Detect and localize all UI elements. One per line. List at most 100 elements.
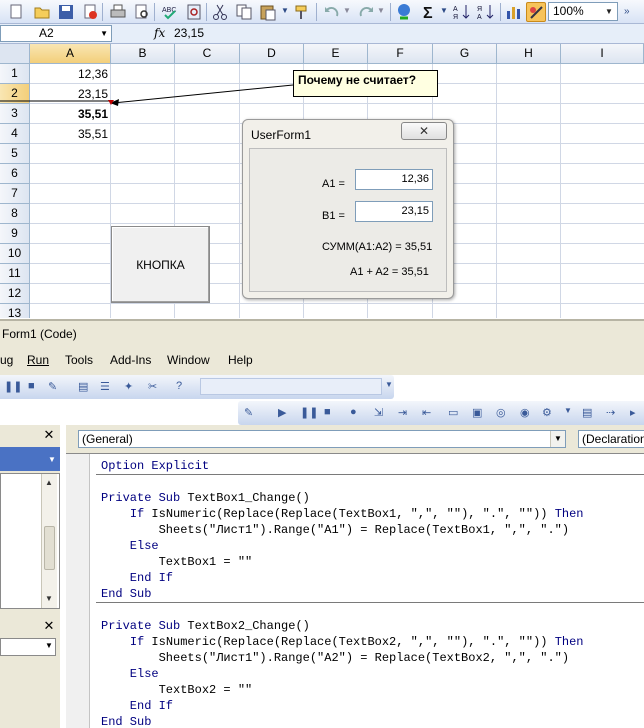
menu-run[interactable]: Run [27,353,49,367]
step-out-icon[interactable]: ⇤ [422,406,431,419]
step-over-icon[interactable]: ⇥ [398,406,407,419]
code-text: TextBox2_Change() [187,619,310,633]
help-icon[interactable]: ? [176,380,182,392]
call-stack-icon[interactable]: ⚙ [542,406,552,419]
label-sum: СУММ(A1:A2) = 35,51 [322,241,433,253]
run-icon[interactable]: ▶ [278,406,286,419]
code-line[interactable]: Private Sub TextBox2_Change() [101,618,310,634]
code-text: IsNumeric(Replace(Replace(TextBox2, ",",… [151,635,548,649]
code-window: (General) ▼ (Declaration Option Explicit… [66,425,644,728]
label-a1: A1 = [322,178,345,190]
menu-add-ins[interactable]: Add-Ins [110,353,151,367]
code-text: Sheets("Лист1").Range("A1") = Replace(Te… [101,523,570,537]
code-line[interactable]: If IsNumeric(Replace(Replace(TextBox2, "… [101,634,584,650]
code-line[interactable]: End If [101,570,173,586]
code-text: End If [101,571,174,585]
code-line[interactable]: End If [101,698,173,714]
code-line[interactable]: Else [101,538,159,554]
toolbar-field[interactable] [200,378,382,395]
project-pane-toolbar: ▼ [0,447,60,471]
code-text: IsNumeric(Replace(Replace(TextBox1, ",",… [151,507,548,521]
reset-icon[interactable]: ■ [28,380,35,392]
code-text: TextBox2 = "" [101,683,253,697]
step-into-icon[interactable]: ⇲ [374,406,383,419]
code-text: End Sub [101,587,152,601]
locals-icon[interactable]: ▭ [448,406,458,419]
procedure-combo[interactable]: (Declaration [578,430,644,448]
code-line[interactable]: Sheets("Лист1").Range("A2") = Replace(Te… [101,650,569,666]
chevron-down-icon[interactable]: ▼ [550,431,565,447]
userform-title: UserForm1 [251,128,312,142]
menu-help[interactable]: Help [228,353,253,367]
list-properties-icon[interactable]: ▤ [582,406,592,419]
toolbar-options-icon[interactable]: ▼ [564,406,572,415]
userform-client-area: A1 = 12,36 B1 = 23,15 СУММ(A1:A2) = 35,5… [249,148,447,292]
label-plus: A1 + A2 = 35,51 [350,266,429,278]
procedure-combo-value: (Declaration [582,432,644,446]
code-text: End If [101,699,174,713]
vbe-menu-bar: ug Run Tools Add-Ins Window Help [0,347,644,375]
toolbox-icon[interactable]: ✂ [148,380,157,393]
pause-icon[interactable]: ❚❚ [300,406,318,419]
menu-debug[interactable]: ug [0,353,13,367]
code-line[interactable]: Option Explicit [101,458,209,474]
code-line[interactable]: TextBox1 = "" [101,554,253,570]
quick-info-icon[interactable]: ▸ [630,406,636,419]
textbox-b1[interactable]: 23,15 [355,201,433,222]
close-icon[interactable]: ✕ [42,619,56,633]
object-combo-value: (General) [82,432,133,446]
list-constants-icon[interactable]: ⇢ [606,406,615,419]
close-icon[interactable]: ✕ [42,428,56,442]
textbox-a1[interactable]: 12,36 [355,169,433,190]
code-text: End Sub [101,715,152,728]
design-mode-icon[interactable]: ✎ [244,406,253,419]
code-line[interactable]: Private Sub TextBox1_Change() [101,490,310,506]
code-line[interactable]: Sheets("Лист1").Range("A1") = Replace(Te… [101,522,569,538]
code-text: TextBox1_Change() [187,491,310,505]
close-button[interactable]: ✕ [401,122,447,140]
margin-indicator-bar[interactable] [66,454,90,728]
project-explorer-icon[interactable]: ▤ [78,380,88,393]
properties-icon[interactable]: ☰ [100,380,110,393]
cell-comment[interactable]: Почему не считает? [293,70,438,97]
properties-object-combo[interactable]: ▼ [0,638,56,656]
toolbar-options-icon[interactable]: ▼ [385,380,393,389]
immediate-icon[interactable]: ▣ [472,406,482,419]
watch-icon[interactable]: ◎ [496,406,506,419]
project-tree-scrollbar[interactable]: ▲ ▼ [41,474,57,608]
menu-tools[interactable]: Tools [65,353,93,367]
code-text: Sheets("Лист1").Range("A2") = Replace(Te… [101,651,570,665]
code-text: Option Explicit [101,459,210,473]
reset-icon[interactable]: ■ [324,406,331,418]
code-text: Else [101,539,159,553]
code-window-title: Form1 (Code) [0,319,644,347]
toggle-breakpoint-icon[interactable]: ● [350,406,357,418]
scroll-thumb[interactable] [44,526,55,570]
project-tree[interactable]: ▲ ▼ [0,473,60,609]
code-line[interactable]: TextBox2 = "" [101,682,253,698]
quick-watch-icon[interactable]: ◉ [520,406,530,419]
vbe-edit-toolbar: ✎ ▶ ❚❚ ■ ● ⇲ ⇥ ⇤ ▭ ▣ ◎ ◉ ⚙ ▼ ▤ ⇢ ▸ [238,401,644,425]
pause-icon[interactable]: ❚❚ [4,380,22,393]
object-combo[interactable]: (General) ▼ [78,430,566,448]
code-editor[interactable]: Option Explicit Private Sub TextBox1_Cha… [66,453,644,728]
scroll-down-icon[interactable]: ▼ [45,594,53,603]
code-line[interactable]: End Sub [101,586,151,602]
code-text: TextBox1 = "" [101,555,253,569]
sheet-button[interactable]: КНОПКА [111,226,210,303]
code-text: Else [101,667,159,681]
code-line[interactable]: Else [101,666,159,682]
chevron-down-icon[interactable]: ▼ [48,455,56,464]
vbe-standard-toolbar: ❚❚ ■ ✎ ▤ ☰ ✦ ✂ ? ▼ [0,375,394,399]
object-browser-icon[interactable]: ✦ [124,380,133,393]
userform-window: UserForm1 ✕ A1 = 12,36 B1 = 23,15 СУММ(A… [242,119,454,299]
chevron-down-icon[interactable]: ▼ [45,641,53,650]
project-explorer-pane: ✕ ▼ ▲ ▼ ✕ ▼ [0,425,60,728]
scroll-up-icon[interactable]: ▲ [45,478,53,487]
code-line[interactable]: If IsNumeric(Replace(Replace(TextBox1, "… [101,506,584,522]
code-line[interactable]: End Sub [101,714,151,728]
label-b1: B1 = [322,210,345,222]
design-mode-icon[interactable]: ✎ [48,380,57,393]
menu-window[interactable]: Window [167,353,210,367]
close-icon: ✕ [418,124,430,138]
